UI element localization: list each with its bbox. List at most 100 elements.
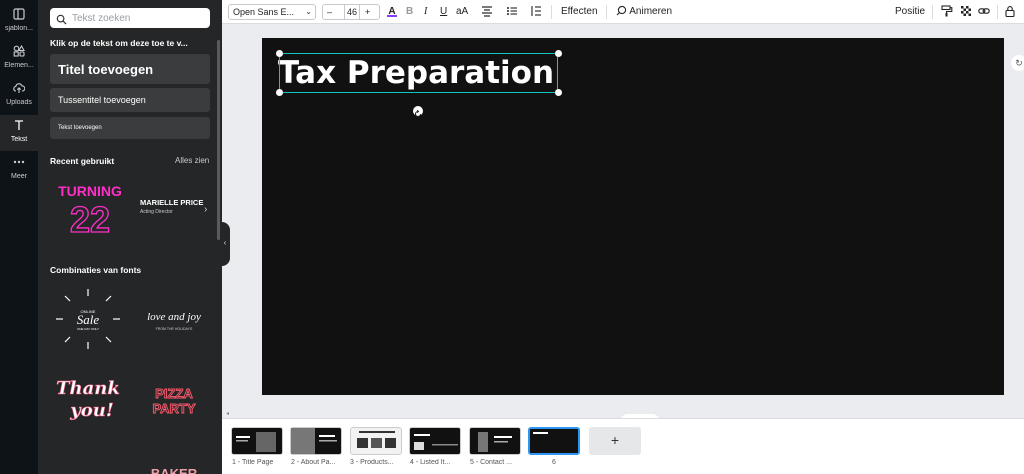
resize-handle[interactable] [555, 89, 562, 96]
text-icon [0, 119, 38, 135]
paint-roller-icon [941, 5, 953, 17]
chevron-left-icon: ‹ [223, 238, 227, 247]
letter-case-button[interactable]: aA [456, 0, 468, 24]
rail-label: sjablon... [4, 25, 34, 32]
page-thumbnail-2[interactable] [290, 427, 342, 455]
page-label: 3 - Products... [350, 459, 394, 466]
spacing-icon [530, 6, 542, 17]
position-button[interactable]: Positie [895, 0, 925, 24]
page-thumbnail-6[interactable] [528, 427, 580, 455]
font-family-value: Open Sans E... [233, 7, 295, 17]
love-sub: FROM THE HOLIDAYS [156, 327, 193, 331]
underline-button[interactable]: U [440, 0, 447, 24]
you-text: you! [69, 400, 113, 421]
list-button[interactable] [506, 0, 518, 24]
list-icon [506, 6, 518, 17]
rail-label: Meer [11, 173, 27, 180]
chevron-right-icon[interactable]: › [204, 204, 207, 215]
underline-icon: U [440, 6, 448, 17]
resize-handle[interactable] [555, 50, 562, 57]
copy-style-button[interactable] [941, 0, 953, 24]
font-preset-name[interactable]: MARIELLE PRICE Acting Director [140, 198, 208, 222]
collapse-panel-button[interactable]: ‹ [220, 222, 230, 266]
page-thumbnail-4[interactable] [409, 427, 461, 455]
rail-item-elements[interactable]: Elemen... [0, 41, 38, 77]
preset-role-text: Acting Director [140, 209, 173, 215]
add-body-text-button[interactable]: Tekst toevoegen [50, 117, 210, 139]
icon-rail: sjablon... Elemen... Uploads Tekst Meer [0, 0, 38, 474]
pizza-text: PIZZA [155, 386, 193, 401]
italic-button[interactable]: I [424, 0, 427, 24]
elements-icon [0, 44, 38, 61]
resize-handle[interactable] [276, 89, 283, 96]
page-thumbnail-3[interactable] [350, 427, 402, 455]
italic-icon: I [424, 6, 428, 17]
decrease-size-button[interactable]: – [327, 5, 332, 19]
editor-toolbar: Open Sans E... ⌄ – 46 + A B I U aA Effec… [222, 0, 1024, 24]
font-size-stepper[interactable]: – 46 + [322, 4, 380, 20]
text-color-button[interactable]: A [386, 0, 398, 24]
page-label: 5 - Contact ... [470, 459, 513, 466]
panel-scrollbar[interactable] [217, 40, 220, 240]
page-label: 2 - About Pa... [291, 459, 336, 466]
rotate-handle[interactable] [413, 106, 423, 118]
bold-button[interactable]: B [406, 0, 413, 24]
page-label: 6 [552, 459, 556, 466]
font-preset-thank-you[interactable]: Thank you! [52, 370, 124, 430]
fonts-heading: Combinaties van fonts [50, 265, 142, 275]
panel-hint: Klik op de tekst om deze toe te v... [50, 38, 188, 48]
page-label: 4 - Listed It... [410, 459, 451, 466]
add-title-button[interactable]: Titel toevoegen [50, 54, 210, 84]
preset-name-text: MARIELLE PRICE [140, 198, 204, 207]
add-subtitle-button[interactable]: Tussentitel toevoegen [50, 88, 210, 112]
font-preset-turning[interactable]: TURNING 22 [50, 176, 130, 241]
more-icon [0, 156, 38, 172]
spacing-button[interactable] [530, 0, 542, 24]
caret-left-icon[interactable]: ◂ [226, 410, 229, 417]
effects-button[interactable]: Effecten [561, 0, 598, 24]
transparency-button[interactable] [960, 0, 972, 24]
font-preset-sale[interactable]: ONLINE Sale ONE DAY ONLY [52, 285, 124, 353]
rail-item-uploads[interactable]: Uploads [0, 78, 38, 114]
see-all-link[interactable]: Alles zien [175, 156, 209, 165]
rail-label: Tekst [10, 136, 28, 143]
text-color-icon: A [386, 6, 398, 18]
link-icon [978, 6, 990, 17]
toolbar-divider [932, 5, 933, 19]
font-family-dropdown[interactable]: Open Sans E... ⌄ [228, 4, 316, 20]
recent-heading: Recent gebruikt [50, 156, 115, 166]
lock-icon [1004, 6, 1016, 18]
toolbar-divider [551, 5, 552, 19]
font-preset-baker[interactable]: BAKER [138, 462, 210, 474]
lock-button[interactable] [1004, 0, 1016, 24]
page-thumbnail-1[interactable] [231, 427, 283, 455]
turning-line2: 22 [70, 199, 110, 240]
upload-icon [0, 82, 38, 98]
resize-handle[interactable] [276, 50, 283, 57]
add-page-button[interactable]: + [589, 427, 641, 455]
chevron-down-icon: ⌄ [305, 7, 312, 16]
page-thumbnail-5[interactable] [469, 427, 521, 455]
animate-label: Animeren [629, 6, 673, 17]
increase-size-button[interactable]: + [365, 5, 370, 19]
font-size-value[interactable]: 46 [344, 5, 360, 19]
font-preset-pizza-party[interactable]: PIZZA PARTY [138, 382, 210, 422]
rail-label: Uploads [6, 99, 32, 106]
party-text: PARTY [152, 401, 195, 416]
rail-item-text[interactable]: Tekst [0, 115, 38, 151]
font-preset-love[interactable]: love and joy FROM THE HOLIDAYS [138, 300, 210, 340]
align-button[interactable] [481, 0, 493, 24]
search-input[interactable] [72, 10, 202, 26]
bold-icon: B [406, 6, 414, 17]
search-box[interactable] [50, 8, 210, 28]
sale-tag: ONE DAY ONLY [77, 327, 99, 331]
rail-item-templates[interactable]: sjablon... [0, 4, 38, 40]
rail-item-more[interactable]: Meer [0, 152, 38, 188]
rail-label: Elemen... [4, 62, 34, 69]
selection-box[interactable] [279, 53, 558, 93]
refresh-page-button[interactable]: ↻ [1011, 55, 1024, 71]
animate-button[interactable]: Animeren [615, 0, 672, 24]
toolbar-divider [606, 5, 607, 19]
link-button[interactable] [978, 0, 990, 24]
align-center-icon [481, 6, 493, 17]
